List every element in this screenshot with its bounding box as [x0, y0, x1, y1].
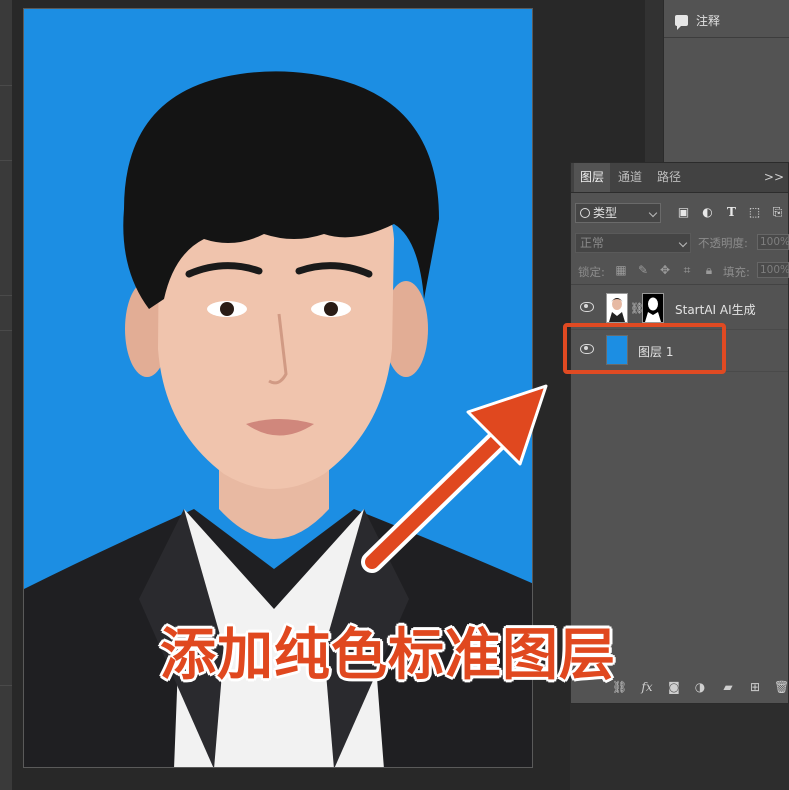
filter-shape-icon[interactable]: ⬚ — [748, 206, 761, 219]
lock-all-icon[interactable]: 🔒︎ — [703, 264, 715, 276]
divider — [571, 284, 788, 285]
lock-transparent-icon[interactable]: ▦ — [615, 264, 627, 276]
annotation-caption: 添加纯色标准图层 — [160, 623, 616, 688]
lock-artboard-icon[interactable]: ⌗ — [681, 264, 693, 276]
search-icon — [580, 208, 590, 218]
filter-adjustment-icon[interactable]: ◐ — [701, 206, 714, 219]
comment-icon — [675, 14, 688, 30]
tab-paths[interactable]: 路径 — [651, 163, 687, 192]
opacity-field[interactable]: 100% — [757, 234, 789, 250]
fill-label: 填充: — [723, 265, 750, 279]
opacity-label: 不透明度: — [698, 236, 748, 250]
add-mask-icon[interactable]: ◙ — [667, 680, 681, 694]
lock-label: 锁定: — [578, 265, 605, 279]
layer-thumbnail — [606, 293, 628, 323]
dock-empty-area — [570, 704, 789, 790]
annotation-arrow — [361, 384, 548, 573]
new-group-folder-icon[interactable]: ▰ — [721, 680, 735, 694]
adjustment-layer-icon[interactable]: ◑ — [693, 680, 707, 694]
visibility-eye-icon[interactable] — [580, 302, 594, 312]
panel-collapse-button[interactable]: >> — [764, 163, 784, 192]
comments-panel-button[interactable]: 注释 — [675, 10, 720, 30]
layer-style-fx-icon[interactable]: fx — [640, 680, 654, 694]
comment-label: 注释 — [696, 13, 721, 28]
panel-tabs: 图层 通道 路径 >> — [571, 163, 788, 193]
fill-field[interactable]: 100% — [757, 262, 789, 278]
annotation-highlight-box — [563, 323, 726, 374]
new-layer-icon[interactable]: ⊞ — [748, 680, 762, 694]
tab-layers[interactable]: 图层 — [574, 163, 610, 192]
lock-position-icon[interactable]: ✥ — [659, 264, 671, 276]
filter-kind-label: 类型 — [593, 206, 618, 220]
chevron-down-icon — [678, 238, 688, 248]
tab-channels[interactable]: 通道 — [612, 163, 648, 192]
blend-mode-select[interactable]: 正常 — [575, 233, 691, 253]
tool-panel-edge — [0, 0, 12, 790]
blend-mode-value: 正常 — [580, 236, 605, 250]
filter-pixel-icon[interactable]: ▣ — [677, 206, 690, 219]
delete-layer-trash-icon[interactable]: 🗑︎ — [774, 680, 789, 694]
filter-type-icon[interactable]: T — [725, 206, 738, 219]
layer-filter-select[interactable]: 类型 — [575, 203, 661, 223]
filter-smart-object-icon[interactable]: ⎘ — [771, 206, 784, 219]
lock-image-icon[interactable]: ✎ — [637, 264, 649, 276]
chevron-down-icon — [648, 208, 658, 218]
layer-mask-thumbnail[interactable] — [642, 293, 664, 323]
layer-name: StartAI AI生成 — [675, 303, 756, 317]
